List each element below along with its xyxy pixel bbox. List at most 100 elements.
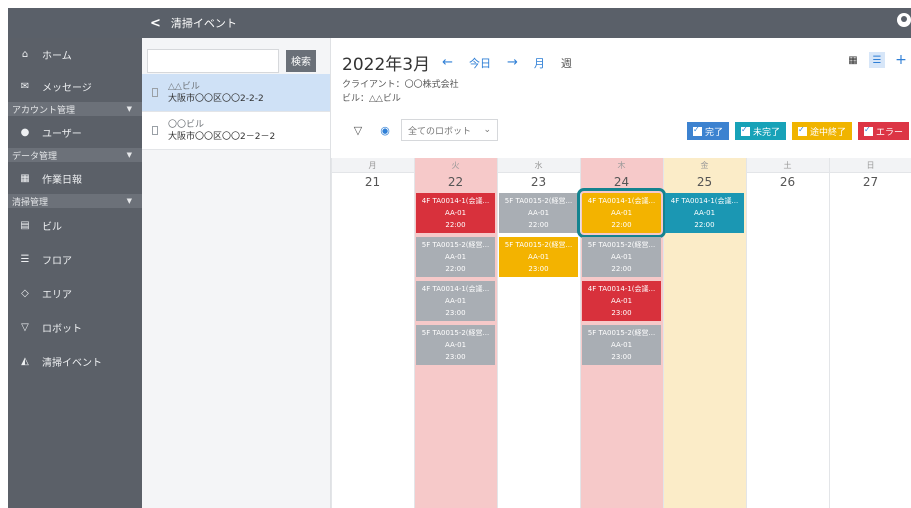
day-number[interactable]: 24 bbox=[580, 175, 663, 189]
weekday-label: 火 bbox=[451, 161, 460, 170]
day-number[interactable]: 22 bbox=[414, 175, 497, 189]
calendar-event[interactable]: 5F TA0015-2(経営... AA-01 22:00 bbox=[582, 237, 661, 277]
home-icon: ⌂ bbox=[21, 48, 29, 60]
building-item-address: 大阪市〇〇区〇〇2-2-2 bbox=[168, 93, 264, 104]
sidebar-item-label: ビル bbox=[42, 221, 62, 233]
building-panel: 検索 △△ビル 大阪市〇〇区〇〇2-2-2 〇〇ビル 大阪市〇〇区〇〇2－2－2 bbox=[142, 38, 331, 508]
event-robot: AA-01 bbox=[610, 297, 633, 305]
event-time: 22:00 bbox=[694, 221, 715, 229]
event-time: 23:00 bbox=[611, 353, 632, 361]
day-number[interactable]: 21 bbox=[331, 175, 414, 189]
weekday-label: 土 bbox=[783, 161, 792, 170]
back-button[interactable]: < 清掃イベント bbox=[150, 8, 237, 38]
event-title: 4F TA0014-1(会議... bbox=[421, 285, 490, 293]
event-title: 5F TA0015-2(経営... bbox=[504, 197, 573, 205]
filter-icon[interactable]: ▽ bbox=[347, 119, 369, 141]
day-column[interactable] bbox=[746, 158, 829, 508]
weekday-label: 水 bbox=[534, 161, 543, 170]
calendar-event[interactable]: 5F TA0015-2(経営... AA-01 22:00 bbox=[499, 193, 578, 233]
sidebar-section-cleaning[interactable]: 清掃管理 ▼ bbox=[8, 194, 142, 208]
event-robot: AA-01 bbox=[444, 209, 467, 217]
sidebar-item-home[interactable]: ⌂ ホーム bbox=[8, 38, 142, 70]
daily-report-icon: ▦ bbox=[20, 172, 30, 184]
day-number[interactable]: 25 bbox=[663, 175, 746, 189]
event-title: 4F TA0014-1(会議... bbox=[587, 285, 656, 293]
chevron-down-icon: ⌄ bbox=[483, 125, 491, 135]
status-filter-toggle[interactable]: 完了 bbox=[686, 122, 729, 140]
event-title: 4F TA0014-1(会議... bbox=[670, 197, 739, 205]
message-icon: ✉ bbox=[20, 80, 30, 92]
section-label: 清掃管理 bbox=[12, 197, 49, 208]
building-item-name: 〇〇ビル bbox=[168, 119, 205, 130]
calendar-event[interactable]: 5F TA0015-2(経営... AA-01 23:00 bbox=[416, 325, 495, 365]
status-filter-toggle[interactable]: 途中終了 bbox=[791, 122, 852, 140]
sidebar-item-message[interactable]: ✉ メッセージ bbox=[8, 70, 142, 102]
building-icon: ▤ bbox=[20, 219, 30, 231]
sidebar-section-data[interactable]: データ管理 ▼ bbox=[8, 148, 142, 162]
event-robot: AA-01 bbox=[444, 253, 467, 261]
list-view-icon[interactable]: ☰ bbox=[869, 52, 885, 68]
search-button[interactable]: 検索 bbox=[286, 49, 316, 72]
sidebar-item-label: ホーム bbox=[42, 50, 72, 62]
calendar-panel: 2022年3月 ← 今日 → 月 週 ▦ ☰ + クライアント：〇〇株式会社 ビ… bbox=[331, 38, 911, 508]
day-column[interactable] bbox=[331, 158, 414, 508]
building-search-input[interactable] bbox=[147, 48, 279, 73]
sidebar-item-robot[interactable]: ▽ ロボット bbox=[8, 310, 142, 344]
calendar-event[interactable]: 4F TA0014-1(会議... AA-01 22:00 bbox=[577, 188, 666, 238]
day-number[interactable]: 23 bbox=[497, 175, 580, 189]
sidebar-item-user[interactable]: ● ユーザー bbox=[8, 116, 142, 148]
next-arrow-icon[interactable]: → bbox=[507, 55, 518, 70]
building-item-name: △△ビル bbox=[168, 81, 200, 92]
sidebar-item-label: 清掃イベント bbox=[42, 357, 102, 369]
today-button[interactable]: 今日 bbox=[469, 55, 491, 71]
calendar-event[interactable]: 4F TA0014-1(会議... AA-01 23:00 bbox=[416, 281, 495, 321]
prev-arrow-icon[interactable]: ← bbox=[442, 55, 453, 70]
status-filter-toggle[interactable]: 未完了 bbox=[734, 122, 786, 140]
sidebar-section-account[interactable]: アカウント管理 ▼ bbox=[8, 102, 142, 116]
user-account-icon[interactable] bbox=[897, 13, 911, 27]
calendar-title: 2022年3月 bbox=[342, 55, 431, 75]
event-time: 22:00 bbox=[445, 265, 466, 273]
calendar-event[interactable]: 5F TA0015-2(経営... AA-01 23:00 bbox=[499, 237, 578, 277]
checkbox-icon bbox=[863, 125, 873, 136]
event-time: 22:00 bbox=[611, 221, 632, 229]
checkbox-icon bbox=[692, 125, 702, 136]
page-title: 清掃イベント bbox=[170, 17, 237, 30]
event-robot: AA-01 bbox=[444, 341, 467, 349]
sidebar-item-floor[interactable]: ☰ フロア bbox=[8, 242, 142, 276]
section-label: アカウント管理 bbox=[12, 105, 76, 116]
add-event-icon[interactable]: + bbox=[893, 52, 909, 68]
day-number[interactable]: 26 bbox=[746, 175, 829, 189]
top-bar bbox=[8, 8, 911, 38]
calendar-event[interactable]: 4F TA0014-1(会議... AA-01 22:00 bbox=[665, 193, 744, 233]
week-view-button[interactable]: 週 bbox=[561, 55, 572, 71]
month-view-button[interactable]: 月 bbox=[534, 55, 545, 71]
status-filter-label: 完了 bbox=[704, 127, 723, 138]
event-time: 22:00 bbox=[528, 221, 549, 229]
calendar-event[interactable]: 4F TA0014-1(会議... AA-01 23:00 bbox=[582, 281, 661, 321]
calendar-event[interactable]: 5F TA0015-2(経営... AA-01 22:00 bbox=[416, 237, 495, 277]
robot-select[interactable]: 全てのロボット ⌄ bbox=[401, 119, 498, 141]
status-filter-label: 未完了 bbox=[752, 127, 780, 138]
sidebar-item-label: フロア bbox=[42, 255, 72, 267]
building-name: ビル：△△ビル bbox=[342, 94, 401, 104]
eye-icon[interactable]: ◉ bbox=[374, 119, 396, 141]
calendar-event[interactable]: 5F TA0015-2(経営... AA-01 23:00 bbox=[582, 325, 661, 365]
status-filter-toggle[interactable]: エラー bbox=[857, 122, 909, 140]
sidebar-item-building[interactable]: ▤ ビル bbox=[8, 208, 142, 242]
area-icon: ◇ bbox=[21, 287, 29, 299]
grid-view-icon[interactable]: ▦ bbox=[845, 52, 861, 68]
day-column[interactable] bbox=[829, 158, 911, 508]
sidebar-item-cleaning-event[interactable]: ◭ 清掃イベント bbox=[8, 344, 142, 378]
day-number[interactable]: 27 bbox=[829, 175, 911, 189]
building-list-item[interactable]: 〇〇ビル 大阪市〇〇区〇〇2－2－2 bbox=[142, 112, 330, 150]
chevron-left-icon: < bbox=[150, 15, 161, 31]
weekday-label: 金 bbox=[700, 161, 709, 170]
event-title: 5F TA0015-2(経営... bbox=[587, 329, 656, 337]
sidebar-item-area[interactable]: ◇ エリア bbox=[8, 276, 142, 310]
calendar-event[interactable]: 4F TA0014-1(会議... AA-01 22:00 bbox=[416, 193, 495, 233]
triangle-down-icon: ▼ bbox=[126, 151, 132, 159]
event-title: 5F TA0015-2(経営... bbox=[504, 241, 573, 249]
sidebar-item-daily-report[interactable]: ▦ 作業日報 bbox=[8, 162, 142, 194]
building-list-item[interactable]: △△ビル 大阪市〇〇区〇〇2-2-2 bbox=[142, 74, 330, 112]
